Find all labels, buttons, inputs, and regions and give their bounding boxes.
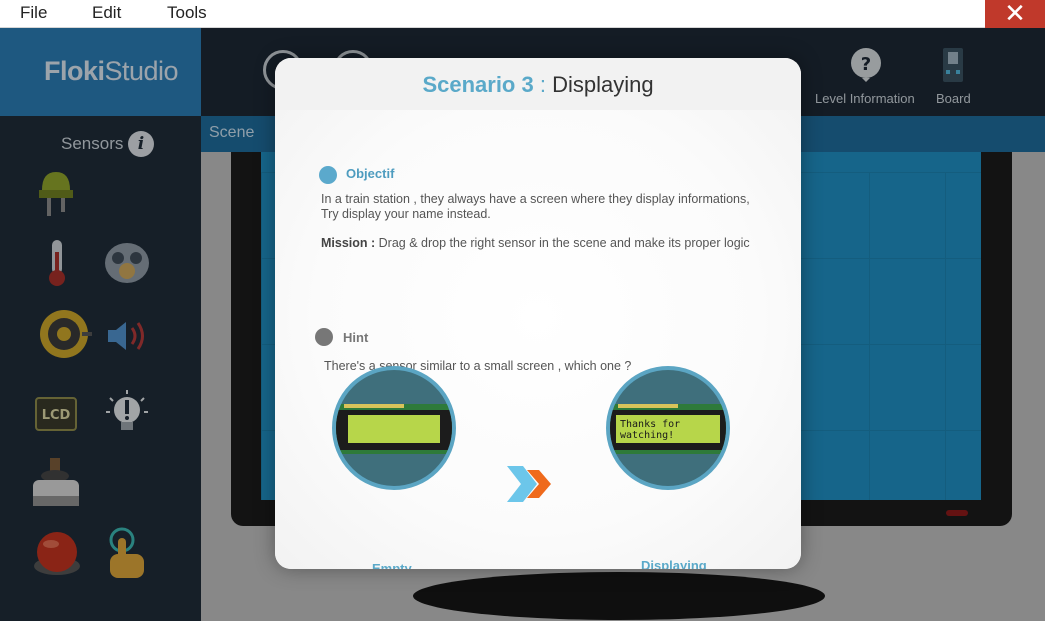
menubar: File Edit Tools ✕ <box>0 0 1045 28</box>
empty-caption: Empty <box>372 561 412 569</box>
svg-text:watching!: watching! <box>620 430 674 441</box>
displaying-caption: Displaying <box>641 558 707 569</box>
objective-title: Objectif <box>346 166 395 181</box>
hint-title: Hint <box>343 330 369 345</box>
objective-dot-icon <box>319 166 337 184</box>
empty-lcd-image <box>332 366 456 490</box>
menu-tools[interactable]: Tools <box>167 3 207 23</box>
double-arrow-icon <box>503 462 557 511</box>
menu-edit[interactable]: Edit <box>92 3 121 23</box>
objective-text: In a train station , they always have a … <box>321 192 750 221</box>
dialog-header: Scenario 3 : Displaying <box>275 58 801 110</box>
hint-dot-icon <box>315 328 333 346</box>
dialog-title: Scenario 3 : Displaying <box>422 72 654 97</box>
displaying-lcd-image: Thanks for watching! <box>606 366 730 490</box>
menu-file[interactable]: File <box>20 3 47 23</box>
svg-text:Thanks for: Thanks for <box>620 419 680 430</box>
dialog-body: Objectif In a train station , they alway… <box>275 110 801 569</box>
mission-text: Mission : Drag & drop the right sensor i… <box>321 236 750 250</box>
close-window-button[interactable]: ✕ <box>985 0 1045 28</box>
scenario-dialog: Scenario 3 : Displaying Objectif In a tr… <box>275 58 801 569</box>
